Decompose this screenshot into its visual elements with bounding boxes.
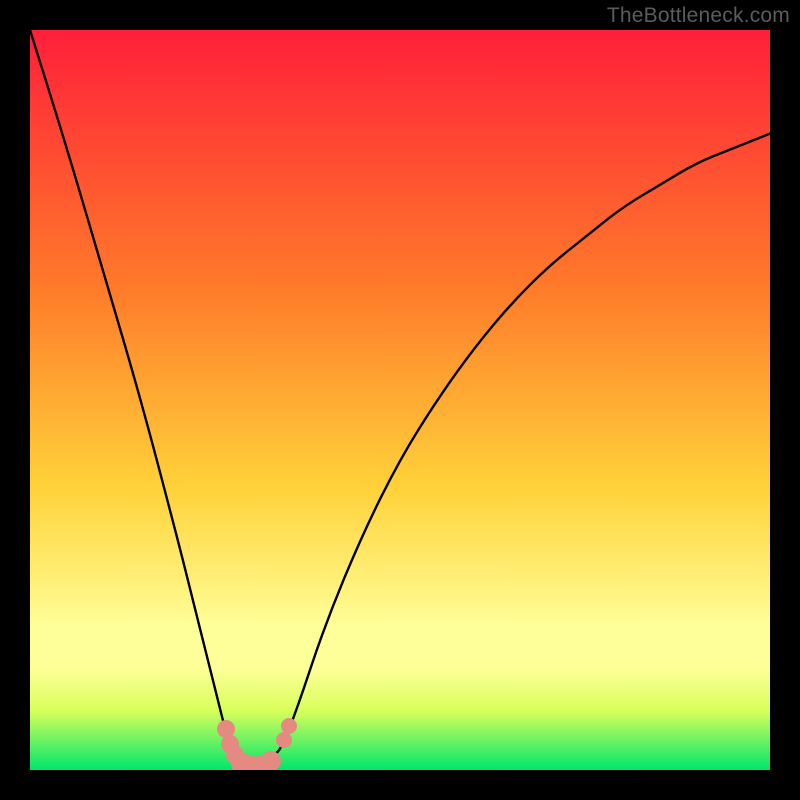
plot-area [30, 30, 770, 770]
watermark-text: TheBottleneck.com [607, 4, 790, 28]
data-markers [30, 30, 770, 770]
chart-frame: TheBottleneck.com [0, 0, 800, 800]
data-marker [261, 751, 281, 770]
data-marker [276, 732, 292, 748]
data-marker [281, 718, 297, 734]
